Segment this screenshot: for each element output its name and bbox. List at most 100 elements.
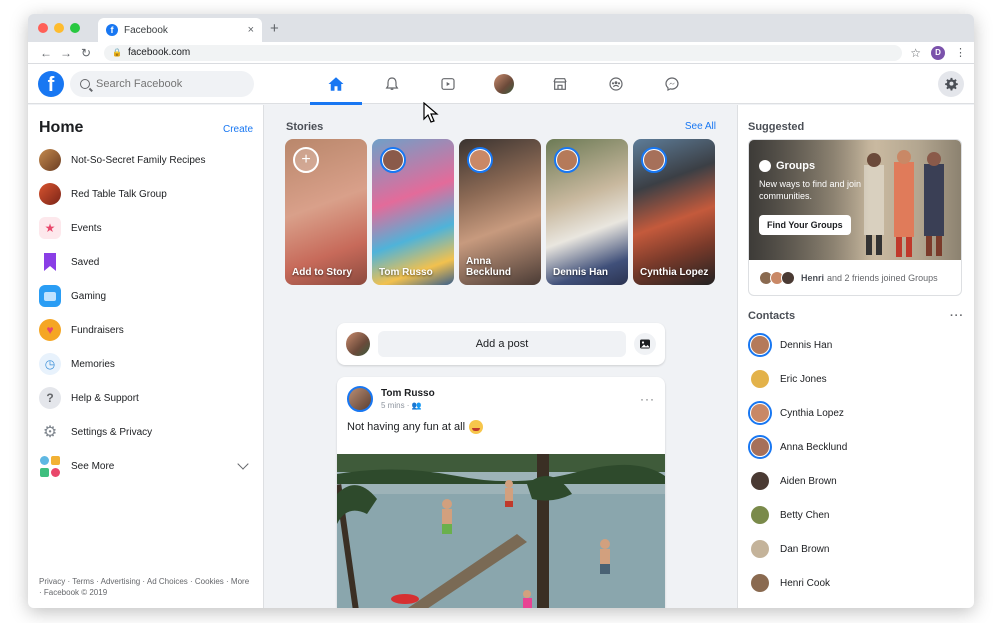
story-card[interactable]: Anna Becklund (459, 139, 541, 285)
back-arrow-icon[interactable]: ← (36, 46, 56, 60)
post-photo[interactable] (337, 454, 665, 608)
sidebar-item-events[interactable]: ★ Events (28, 211, 263, 245)
browser-tab[interactable]: f Facebook × (98, 18, 262, 42)
sidebar-item-label: Events (71, 222, 102, 234)
contacts-options-button[interactable]: ··· (950, 310, 964, 322)
contact-avatar (748, 503, 772, 527)
groups-card-description: New ways to find and join communities. (759, 179, 862, 201)
sidebar-item-label: Not-So-Secret Family Recipes (71, 154, 206, 166)
tab-title: Facebook (124, 24, 168, 36)
suggested-title: Suggested (748, 121, 805, 133)
nav-messenger[interactable] (644, 64, 700, 104)
see-all-link[interactable]: See All (685, 121, 716, 133)
feed-post: Tom Russo 5 mins · 👥 ··· Not having any … (337, 377, 665, 608)
sidebar-item-memories[interactable]: ◷ Memories (28, 347, 263, 381)
browser-window: f Facebook × + ← → ↻ 🔒 facebook.com ☆ D … (28, 14, 974, 608)
sidebar-item-label: Settings & Privacy (71, 426, 153, 438)
friend-name[interactable]: Henri (801, 273, 824, 283)
contact-name: Dennis Han (780, 339, 833, 351)
gaming-icon (39, 285, 61, 307)
contact-item[interactable]: Aiden Brown (738, 464, 974, 498)
contact-item[interactable]: Dennis Han (738, 328, 974, 362)
nav-profile[interactable] (476, 64, 532, 104)
sidebar-item-label: Help & Support (71, 392, 139, 404)
url-field[interactable]: 🔒 facebook.com (104, 44, 903, 61)
reload-icon[interactable]: ↻ (76, 46, 96, 60)
sidebar-item-fundraisers[interactable]: ♥ Fundraisers (28, 313, 263, 347)
sidebar-item-settings[interactable]: ⚙ Settings & Privacy (28, 415, 263, 449)
profile-avatar (494, 74, 514, 94)
browser-profile-avatar[interactable]: D (931, 45, 945, 60)
find-your-groups-button[interactable]: Find Your Groups (759, 215, 851, 235)
new-tab-button[interactable]: + (270, 20, 279, 37)
story-avatar (467, 147, 493, 173)
contact-item[interactable]: Eric Jones (738, 362, 974, 396)
messenger-icon (665, 77, 679, 91)
contact-avatar (748, 333, 772, 357)
post-author-avatar[interactable] (347, 386, 373, 412)
sidebar-item-red-table-talk[interactable]: Red Table Talk Group (28, 177, 263, 211)
sidebar-item-saved[interactable]: Saved (28, 245, 263, 279)
post-text: Not having any fun at all (347, 421, 466, 433)
contact-avatar (748, 367, 772, 391)
close-window-button[interactable] (38, 23, 48, 33)
bookmark-star-icon[interactable]: ☆ (910, 46, 921, 60)
post-author-name[interactable]: Tom Russo (381, 388, 435, 399)
contact-name: Betty Chen (780, 509, 830, 521)
contact-name: Eric Jones (780, 373, 827, 385)
search-input[interactable] (96, 78, 246, 90)
nav-notifications[interactable] (364, 64, 420, 104)
add-post-input[interactable]: Add a post (378, 331, 626, 357)
nav-marketplace[interactable] (532, 64, 588, 104)
nav-watch[interactable] (420, 64, 476, 104)
story-name: Tom Russo (379, 267, 433, 278)
groups-icon (759, 160, 771, 172)
story-card[interactable]: Cynthia Lopez (633, 139, 715, 285)
story-name: Add to Story (292, 267, 352, 278)
stories-row: + Add to Story Tom Russo Anna Becklund D… (265, 139, 737, 285)
contact-item[interactable]: Anna Becklund (738, 430, 974, 464)
forward-arrow-icon[interactable]: → (56, 46, 76, 60)
browser-menu-icon[interactable]: ⋮ (955, 46, 966, 59)
sidebar-item-gaming[interactable]: Gaming (28, 279, 263, 313)
search-box[interactable] (70, 71, 254, 97)
tab-close-icon[interactable]: × (248, 24, 254, 36)
story-card[interactable]: Tom Russo (372, 139, 454, 285)
sidebar-item-label: Saved (71, 256, 100, 268)
contacts-list: Dennis Han Eric Jones Cynthia Lopez Anna Be… (738, 328, 974, 600)
minimize-window-button[interactable] (54, 23, 64, 33)
lock-icon: 🔒 (112, 48, 122, 57)
calendar-star-icon: ★ (39, 217, 61, 239)
chevron-down-icon[interactable] (237, 458, 249, 470)
sidebar-item-see-more[interactable]: See More (28, 449, 263, 483)
maximize-window-button[interactable] (70, 23, 80, 33)
sidebar-item-label: Fundraisers (71, 324, 124, 336)
tongue-out-emoji-icon (469, 420, 484, 434)
groups-card-title: Groups (776, 160, 816, 172)
nav-home[interactable] (308, 64, 364, 105)
post-composer: Add a post (337, 323, 665, 365)
stories-title: Stories (286, 121, 324, 133)
post-timestamp[interactable]: 5 mins (381, 401, 405, 410)
contact-avatar (748, 469, 772, 493)
story-card[interactable]: + Add to Story (285, 139, 367, 285)
sidebar-item-family-recipes[interactable]: Not-So-Secret Family Recipes (28, 143, 263, 177)
contact-item[interactable]: Dan Brown (738, 532, 974, 566)
contact-item[interactable]: Henri Cook (738, 566, 974, 600)
home-icon (328, 77, 344, 91)
story-card[interactable]: Dennis Han (546, 139, 628, 285)
story-avatar (554, 147, 580, 173)
contact-item[interactable]: Cynthia Lopez (738, 396, 974, 430)
nav-groups[interactable] (588, 64, 644, 104)
sidebar-item-help[interactable]: ? Help & Support (28, 381, 263, 415)
story-name: Anna Becklund (466, 256, 512, 278)
story-name: Dennis Han (553, 267, 609, 278)
photo-upload-button[interactable] (634, 333, 656, 355)
contact-item[interactable]: Betty Chen (738, 498, 974, 532)
post-options-button[interactable]: ··· (640, 392, 655, 406)
contact-avatar (748, 435, 772, 459)
facebook-logo[interactable]: f (38, 71, 64, 97)
window-controls (38, 23, 80, 33)
create-link[interactable]: Create (223, 124, 253, 135)
settings-button[interactable] (938, 71, 964, 97)
